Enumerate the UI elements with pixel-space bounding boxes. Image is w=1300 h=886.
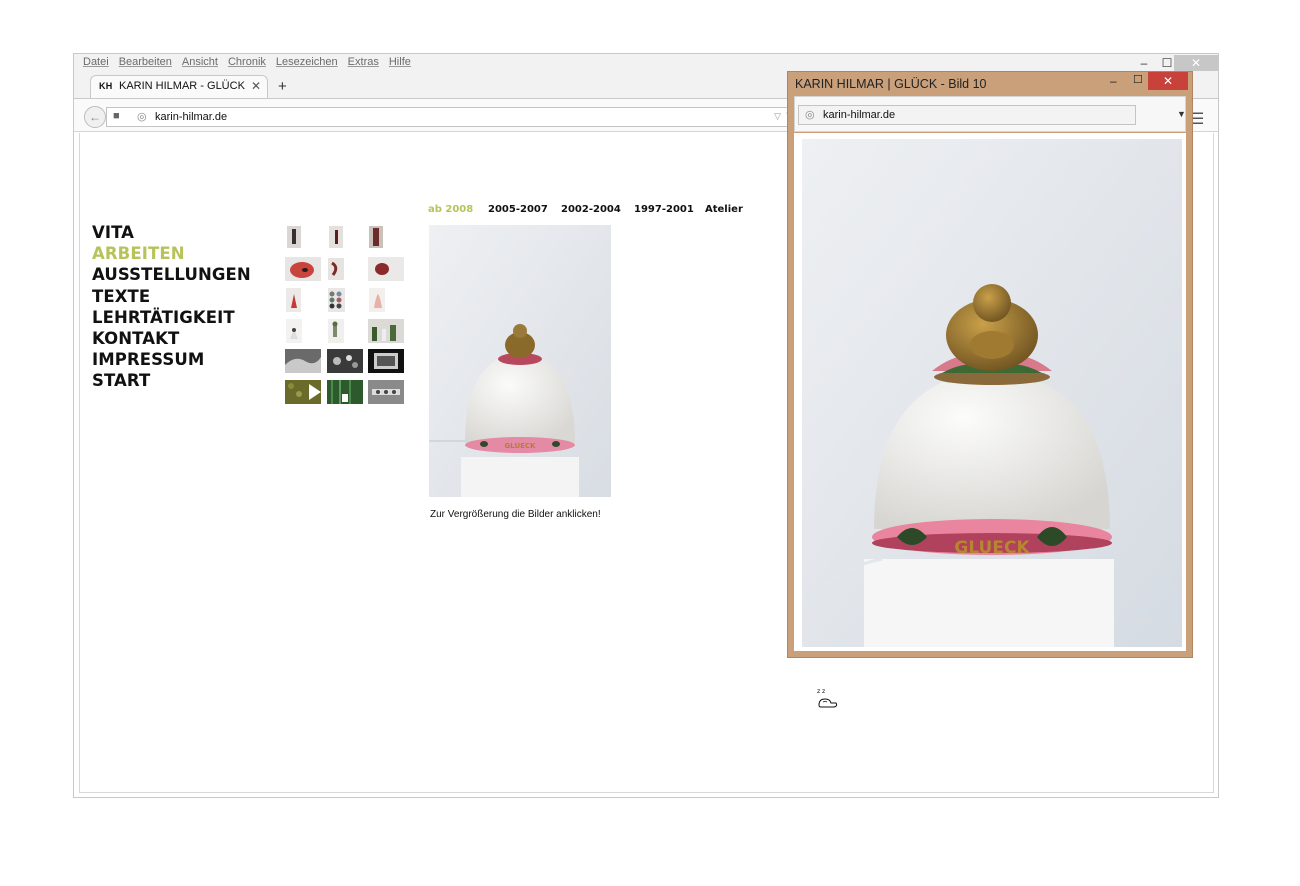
chevron-down-icon[interactable]: ▼ [1177, 109, 1186, 119]
tab-atelier[interactable]: Atelier [705, 204, 743, 215]
popup-close-button[interactable]: ✕ [1148, 72, 1188, 90]
thumbnail[interactable] [327, 257, 363, 281]
thumbnail[interactable] [285, 225, 321, 249]
thumbnail[interactable] [327, 288, 363, 312]
nav-ausstellungen[interactable]: AUSSTELLUNGEN [92, 264, 251, 285]
close-window-button[interactable]: ✕ [1174, 55, 1218, 71]
menu-extras[interactable]: Extras [348, 56, 379, 72]
tab-title: KARIN HILMAR - GLÜCK [119, 80, 245, 92]
nav-start[interactable]: START [92, 370, 251, 391]
popup-maximize-button[interactable]: ☐ [1133, 73, 1143, 86]
thumbnail[interactable] [285, 380, 321, 404]
thumbnail[interactable] [327, 380, 363, 404]
thumbnail-grid [285, 225, 405, 405]
image-popup-window: KARIN HILMAR | GLÜCK - Bild 10 – ☐ ✕ ◎ k… [787, 71, 1193, 658]
thumbnail[interactable] [327, 319, 363, 343]
thumbnail[interactable] [285, 319, 321, 343]
thumbnail[interactable] [368, 288, 404, 312]
menu-lesezeichen[interactable]: Lesezeichen [276, 56, 338, 72]
tab-2005-2007[interactable]: 2005-2007 [488, 204, 548, 215]
favicon-icon: KH [99, 81, 113, 91]
url-text: karin-hilmar.de [155, 111, 228, 123]
menu-ansicht[interactable]: Ansicht [182, 56, 218, 72]
svg-text:z z: z z [817, 688, 825, 695]
tab-close-icon[interactable]: ✕ [251, 79, 261, 93]
thumbnail[interactable] [368, 380, 404, 404]
photo-label-text: GLUECK [505, 442, 537, 450]
back-arrow-icon[interactable]: ← [84, 106, 106, 128]
tab-2002-2004[interactable]: 2002-2004 [561, 204, 621, 215]
artwork-photo-large: GLUECK [802, 139, 1182, 647]
nav-impressum[interactable]: IMPRESSUM [92, 349, 251, 370]
thumbnail[interactable] [285, 288, 321, 312]
menu-bearbeiten[interactable]: Bearbeiten [119, 56, 172, 72]
nav-vita[interactable]: VITA [92, 222, 251, 243]
popup-toolbar: ◎ karin-hilmar.de ▼ [794, 96, 1186, 132]
url-bar[interactable]: ■ ◎ karin-hilmar.de ▽ ↻ [106, 107, 796, 127]
globe-icon: ◎ [137, 111, 147, 123]
new-tab-button[interactable]: + [278, 78, 287, 95]
site-navigation: VITA ARBEITEN AUSSTELLUNGEN TEXTE LEHRTÄ… [92, 222, 251, 392]
menu-chronik[interactable]: Chronik [228, 56, 266, 72]
sleeping-cursor-icon: z z [817, 688, 838, 708]
tab-karin-hilmar[interactable]: KH KARIN HILMAR - GLÜCK ✕ [90, 75, 268, 99]
photo-label-text-large: GLUECK [954, 538, 1030, 558]
popup-content: GLUECK [794, 133, 1186, 651]
thumbnail[interactable] [285, 257, 321, 281]
nav-lehrtaetigkeit[interactable]: LEHRTÄTIGKEIT [92, 307, 251, 328]
thumbnail[interactable] [327, 225, 363, 249]
enlarge-hint: Zur Vergrößerung die Bilder anklicken! [430, 509, 601, 520]
popup-url-text: karin-hilmar.de [823, 109, 896, 121]
popup-minimize-button[interactable]: – [1110, 74, 1117, 88]
nav-texte[interactable]: TEXTE [92, 286, 251, 307]
popup-title: KARIN HILMAR | GLÜCK - Bild 10 [795, 77, 987, 91]
thumbnail[interactable] [327, 349, 363, 373]
thumbnail[interactable] [368, 349, 404, 373]
menu-bar: Datei Bearbeiten Ansicht Chronik Lesezei… [83, 56, 411, 72]
popup-url-bar[interactable]: ◎ karin-hilmar.de [798, 105, 1136, 125]
artwork-photo[interactable]: GLUECK [429, 225, 611, 497]
nav-kontakt[interactable]: KONTAKT [92, 328, 251, 349]
thumbnail[interactable] [368, 225, 404, 249]
thumbnail[interactable] [368, 257, 404, 281]
folder-icon: ■ [113, 110, 120, 122]
minimize-button[interactable]: – [1133, 55, 1155, 71]
nav-arbeiten[interactable]: ARBEITEN [92, 243, 251, 264]
globe-icon: ◎ [805, 109, 815, 121]
thumbnail[interactable] [368, 319, 404, 343]
tab-ab-2008[interactable]: ab 2008 [428, 204, 473, 215]
menu-datei[interactable]: Datei [83, 56, 109, 72]
dropdown-icon[interactable]: ▽ [774, 111, 781, 122]
tab-1997-2001[interactable]: 1997-2001 [634, 204, 694, 215]
menu-hilfe[interactable]: Hilfe [389, 56, 411, 72]
thumbnail[interactable] [285, 349, 321, 373]
